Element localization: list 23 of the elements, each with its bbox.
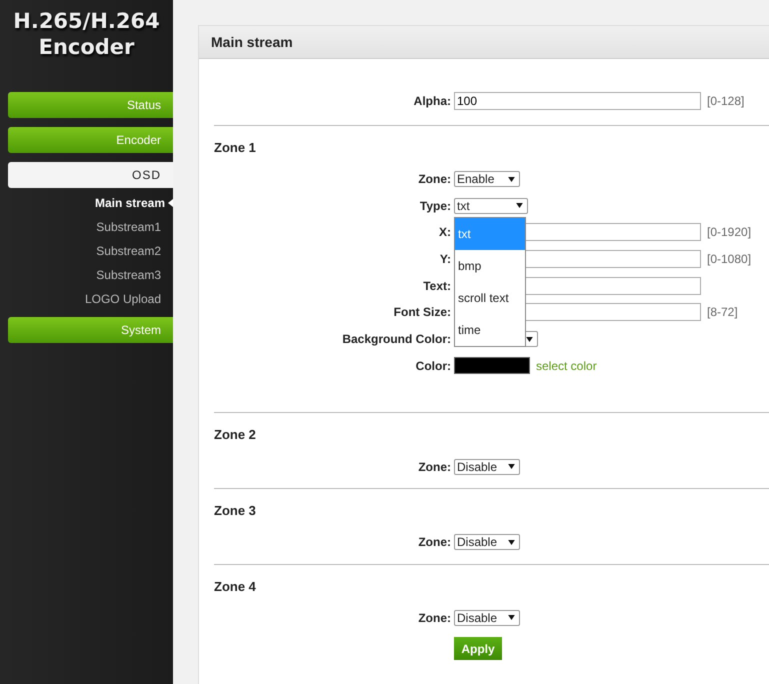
field-label: Type: [418,198,451,213]
range-hint: [0-1920] [707,225,752,240]
field-label: Alpha: [412,94,451,108]
field-label: Y: [438,252,451,266]
field-label: Background Color: [341,332,451,346]
field-label: Zone: [417,172,451,186]
zone-title: Zone 3 [214,502,257,520]
zone-title: Zone 2 [214,427,257,444]
field-label: Zone: [417,460,451,474]
field-label: Zone: [417,535,451,550]
field-label: Zone: [417,610,451,625]
zone-title: Zone 4 [214,578,257,596]
field-label: Text: [422,278,451,293]
field-label: Color: [414,358,451,373]
field-label: Font Size: [392,305,451,320]
range-hint: [8-72] [707,305,738,320]
zone-title: Zone 1 [214,140,257,157]
logo-text: H.265/H.264 [13,8,160,34]
panel-header: Main stream [199,26,769,59]
field-label: X: [438,225,451,240]
range-hint: [0-1080] [707,252,752,266]
logo-text: Encoder [38,34,134,60]
range-hint: [0-128] [707,94,744,108]
